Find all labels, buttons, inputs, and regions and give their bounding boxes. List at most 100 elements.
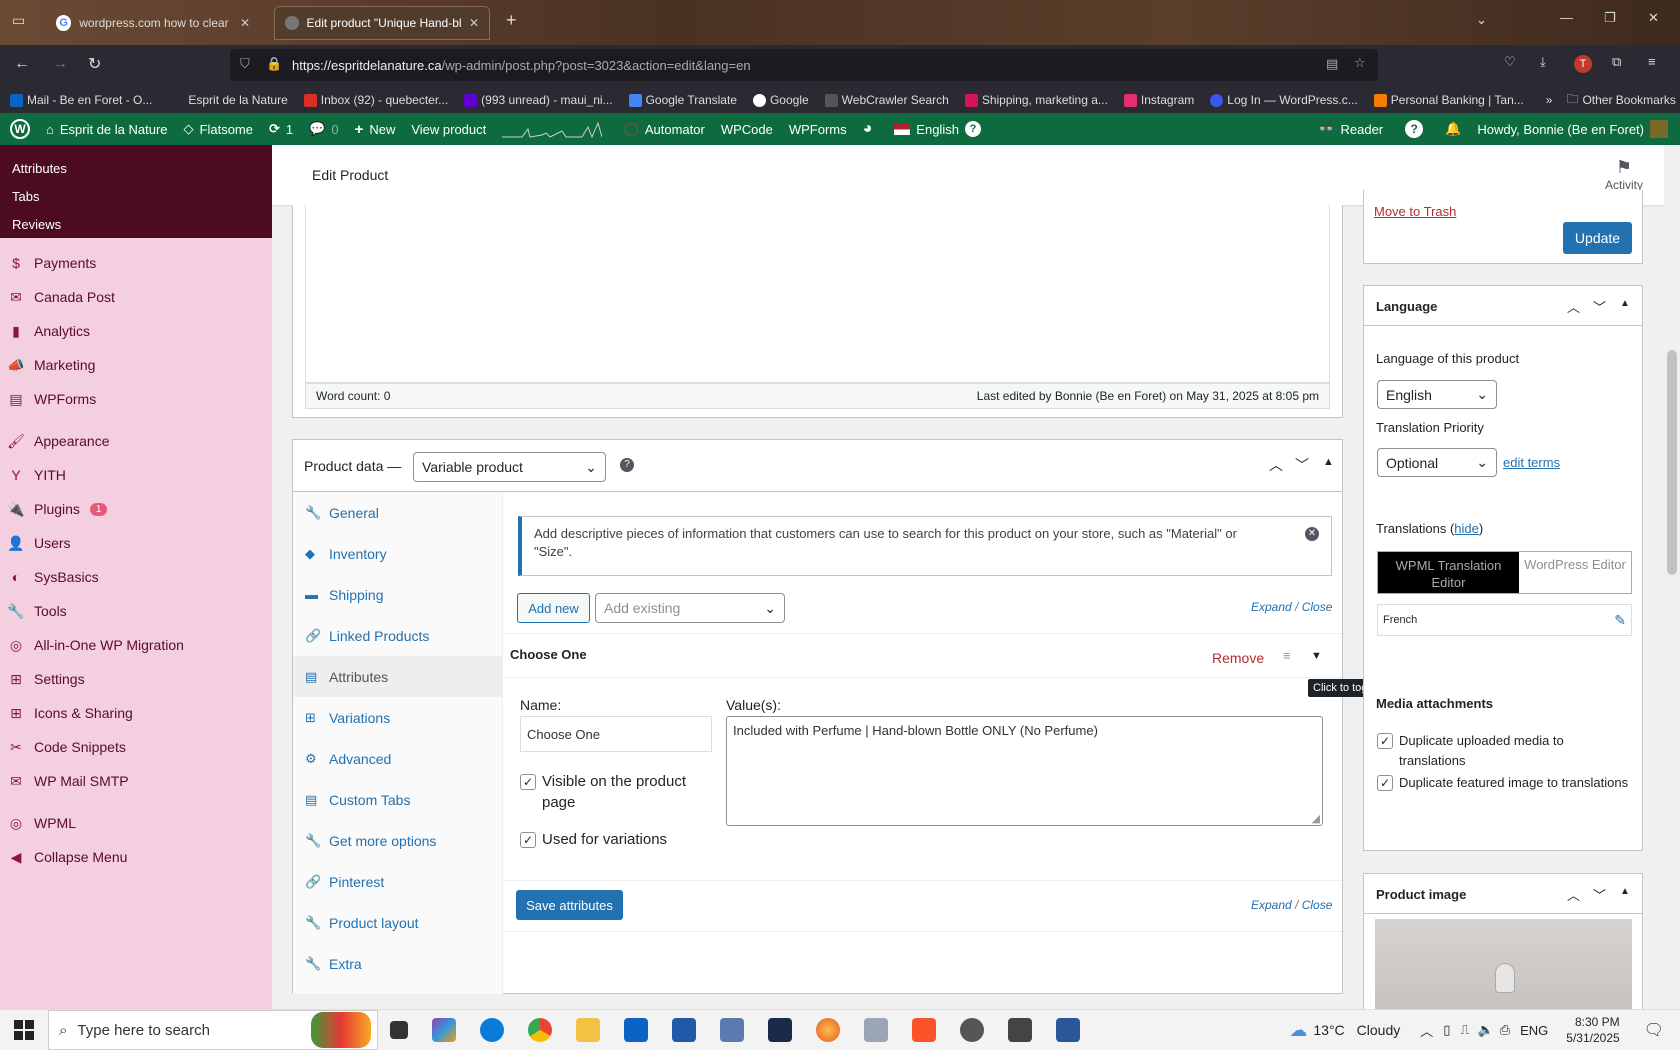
theme-link[interactable]: ◇ Flatsome [176, 121, 261, 137]
tab-get-more-options[interactable]: 🔧 Get more options [293, 820, 502, 861]
bookmark[interactable]: Google [745, 93, 817, 107]
download-icon[interactable]: ⤓ [1540, 54, 1546, 70]
sidebar-item-yith[interactable]: Y YITH [0, 458, 272, 492]
account-avatar[interactable]: T [1574, 55, 1592, 73]
network-icon[interactable]: ⎍ [1460, 1022, 1469, 1038]
tab-linked-products[interactable]: 🔗 Linked Products [293, 615, 502, 656]
comments[interactable]: 💬 0 [301, 121, 346, 137]
move-down-icon[interactable]: ﹀ [1295, 455, 1309, 475]
bookmark[interactable]: Log In — WordPress.c... [1202, 93, 1366, 107]
other-bookmarks[interactable]: 🗀 Other Bookmarks [1558, 90, 1680, 111]
new-tab-icon[interactable]: + [506, 10, 517, 31]
browser-tab-google[interactable]: G wordpress.com how to clear gl ✕ [46, 6, 260, 40]
printer-icon[interactable]: ⎙ [1500, 1022, 1510, 1038]
maximize-icon[interactable]: ❐ [1604, 10, 1616, 26]
dup-featured-checkbox[interactable]: ✓ [1377, 775, 1393, 791]
add-existing-select[interactable]: Add existing ⌄ [595, 593, 785, 623]
word-icon[interactable] [1056, 1018, 1080, 1042]
sidebar-item-canada-post[interactable]: ✉ Canada Post [0, 280, 272, 314]
back-icon[interactable]: ← [14, 55, 30, 73]
close-tab-icon[interactable]: ✕ [240, 16, 250, 30]
sidebar-item-all-in-one-wp-migration[interactable]: ◎ All-in-One WP Migration [0, 628, 272, 662]
extensions-icon[interactable]: ⧉ [1612, 54, 1621, 70]
firefox-icon[interactable] [816, 1018, 840, 1042]
move-up-icon[interactable]: ︿ [1567, 885, 1580, 904]
wpcode-link[interactable]: WPCode [713, 122, 781, 137]
sidebar-item-sysbasics[interactable]: ◐ SysBasics [0, 560, 272, 594]
attribute-name-input[interactable] [520, 716, 712, 752]
notifications-icon[interactable]: 🗨 [1644, 1020, 1664, 1040]
app-icon[interactable] [768, 1018, 792, 1042]
move-to-trash-link[interactable]: Move to Trash [1374, 204, 1456, 219]
editor-content-area[interactable] [305, 205, 1330, 383]
menu-icon[interactable]: ≡ [1648, 54, 1656, 69]
resize-handle-icon[interactable]: ◢ [1312, 812, 1320, 825]
bookmark[interactable]: Inbox (92) - quebecter... [296, 93, 456, 107]
tab-custom-tabs[interactable]: ▤ Custom Tabs [293, 779, 502, 820]
sidebar-item-marketing[interactable]: 📣 Marketing [0, 348, 272, 382]
reload-icon[interactable]: ↻ [88, 54, 101, 74]
pencil-icon[interactable]: ✎ [1614, 612, 1626, 629]
updates[interactable]: ⟳ 1 [261, 121, 301, 137]
weather-widget[interactable]: ☁ 13°C Cloudy [1289, 1020, 1400, 1041]
file-explorer-icon[interactable] [576, 1018, 600, 1042]
scrollbar-thumb[interactable] [1667, 350, 1677, 575]
close-tab-icon[interactable]: ✕ [469, 16, 479, 30]
reader-view-icon[interactable]: ▤ [1326, 56, 1338, 72]
new-content[interactable]: + New [347, 121, 404, 138]
tab-pinterest[interactable]: 🔗 Pinterest [293, 861, 502, 902]
notifications-button[interactable]: 🔔 [1437, 121, 1469, 137]
tab-inventory[interactable]: ◆ Inventory [293, 533, 502, 574]
close-link[interactable]: Close [1302, 898, 1333, 912]
reader-link[interactable]: 👓 Reader [1310, 121, 1391, 137]
wordpress-logo[interactable]: W [0, 119, 38, 139]
sidebar-item-icons-sharing[interactable]: ⊞ Icons & Sharing [0, 696, 272, 730]
more-bookmarks-icon[interactable]: » [1546, 93, 1553, 107]
store-icon[interactable] [672, 1018, 696, 1042]
sidebar-item-wpml[interactable]: ◎ WPML [0, 806, 272, 840]
chrome-icon[interactable] [528, 1018, 552, 1042]
bookmark[interactable]: Instagram [1116, 93, 1202, 107]
tab-general[interactable]: 🔧 General [293, 492, 502, 533]
move-down-icon[interactable]: ﹀ [1593, 885, 1606, 904]
minimize-icon[interactable]: — [1560, 10, 1573, 25]
tab-extra[interactable]: 🔧 Extra [293, 943, 502, 984]
toggle-panel-icon[interactable]: ▲ [1620, 298, 1630, 309]
close-link[interactable]: Close [1302, 600, 1333, 614]
task-view-icon[interactable] [390, 1021, 408, 1039]
photos-icon[interactable] [864, 1018, 888, 1042]
dup-media-checkbox[interactable]: ✓ [1377, 733, 1393, 749]
tab-product-layout[interactable]: 🔧 Product layout [293, 902, 502, 943]
language-switcher[interactable]: English? [880, 121, 989, 137]
url-bar[interactable]: ⛉ 🔒 https://espritdelanature.ca/wp-admin… [230, 49, 1378, 81]
sidebar-item-users[interactable]: 👤 Users [0, 526, 272, 560]
dismiss-notice-icon[interactable]: ✕ [1305, 527, 1319, 541]
edge-icon[interactable] [480, 1018, 504, 1042]
sidebar-item-plugins[interactable]: 🔌 Plugins 1 [0, 492, 272, 526]
account-menu[interactable]: Howdy, Bonnie (Be en Foret) [1469, 120, 1680, 138]
language-select[interactable]: English ⌄ [1377, 380, 1497, 409]
brave-icon[interactable] [912, 1018, 936, 1042]
move-up-icon[interactable]: ︿ [1269, 455, 1283, 475]
attribute-row-header[interactable]: Choose One Remove ≡ ▼ [504, 633, 1342, 678]
copilot-icon[interactable] [432, 1018, 456, 1042]
sidebar-item-tools[interactable]: 🔧 Tools [0, 594, 272, 628]
save-attributes-button[interactable]: Save attributes [516, 890, 623, 920]
list-tabs-chevron-icon[interactable]: ⌄ [1476, 12, 1487, 28]
toggle-caret-icon[interactable]: ▼ [1311, 650, 1322, 662]
pocket-icon[interactable]: ♡ [1504, 54, 1516, 70]
edit-terms-link[interactable]: edit terms [1503, 455, 1560, 470]
attribute-values-textarea[interactable]: Included with Perfume | Hand-blown Bottl… [726, 716, 1323, 826]
browser-tab-edit-product[interactable]: Edit product "Unique Hand-blo ✕ [274, 6, 490, 40]
used-for-variations-checkbox[interactable]: ✓ [520, 832, 536, 848]
taskbar-search[interactable]: ⌕ Type here to search [48, 1010, 378, 1050]
clock-icon[interactable] [960, 1018, 984, 1042]
help-icon[interactable]: ? [620, 458, 634, 472]
automator-link[interactable]: ◯ Automator [610, 121, 713, 137]
priority-select[interactable]: Optional ⌄ [1377, 448, 1497, 477]
sidebar-item-appearance[interactable]: 🖌 Appearance [0, 424, 272, 458]
product-image-thumbnail[interactable] [1375, 919, 1632, 1014]
tab-shipping[interactable]: ▬ Shipping [293, 574, 502, 615]
remove-attribute-link[interactable]: Remove [1212, 650, 1264, 666]
sidebar-item-collapse-menu[interactable]: ◀ Collapse Menu [0, 840, 272, 874]
